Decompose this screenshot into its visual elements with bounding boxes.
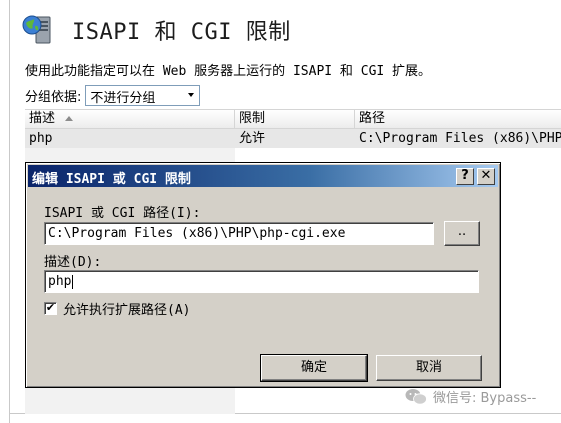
page-title: ISAPI 和 CGI 限制 — [72, 20, 291, 45]
watermark: 微信号: Bypass-- — [405, 387, 536, 406]
description-input-value: php — [48, 274, 72, 289]
group-by-label: 分组依据: — [25, 89, 82, 105]
path-input[interactable]: C:\Program Files (x86)\PHP\php-cgi.exe — [44, 222, 434, 245]
edit-restriction-dialog: 编辑 ISAPI 或 CGI 限制 ? ✕ ISAPI 或 CGI 路径(I):… — [25, 162, 501, 388]
page-description: 使用此功能指定可以在 Web 服务器上运行的 ISAPI 和 CGI 扩展。 — [25, 64, 432, 79]
grid-header: 描述 限制 路径 — [25, 109, 561, 129]
path-input-value: C:\Program Files (x86)\PHP\php-cgi.exe — [48, 226, 346, 241]
chevron-down-icon[interactable] — [183, 86, 199, 104]
allow-extension-path-option[interactable]: ✔ 允许执行扩展路径(A) — [44, 299, 190, 318]
cell-restriction: 允许 — [239, 131, 266, 146]
column-header-restriction[interactable]: 限制 — [235, 110, 355, 128]
ok-button[interactable]: 确定 — [260, 354, 368, 382]
description-input[interactable]: php — [44, 270, 479, 293]
column-header-description[interactable]: 描述 — [25, 110, 235, 128]
watermark-text: 微信号: Bypass-- — [433, 391, 537, 406]
group-by-value: 不进行分组 — [90, 90, 156, 106]
dialog-titlebar[interactable]: 编辑 ISAPI 或 CGI 限制 ? ✕ — [28, 165, 498, 187]
cancel-button[interactable]: 取消 — [376, 355, 482, 381]
group-by-dropdown[interactable]: 不进行分组 — [85, 84, 201, 106]
page-left-border — [9, 0, 10, 423]
wechat-icon — [405, 388, 427, 405]
cell-description: php — [29, 131, 53, 146]
allow-extension-path-checkbox[interactable]: ✔ — [44, 302, 57, 315]
description-label: 描述(D): — [44, 255, 102, 270]
restrictions-grid: 描述 限制 路径 php 允许 C:\Program Files (x86)\P… — [25, 109, 561, 148]
path-label: ISAPI 或 CGI 路径(I): — [44, 206, 201, 221]
group-by-control: 分组依据: 不进行分组 — [25, 84, 201, 106]
isapi-server-icon — [22, 15, 51, 44]
table-row[interactable]: php 允许 C:\Program Files (x86)\PHP\php-cg… — [25, 129, 561, 148]
help-button[interactable]: ? — [456, 168, 474, 185]
dialog-title: 编辑 ISAPI 或 CGI 限制 — [32, 172, 191, 187]
sort-ascending-icon — [65, 116, 74, 121]
browse-button[interactable]: .. — [444, 221, 480, 246]
column-header-path[interactable]: 路径 — [355, 110, 561, 128]
text-caret — [72, 274, 74, 289]
cell-path: C:\Program Files (x86)\PHP\php-cgi.exe — [359, 131, 561, 146]
allow-extension-path-label[interactable]: 允许执行扩展路径(A) — [63, 299, 190, 318]
close-button[interactable]: ✕ — [477, 168, 495, 185]
